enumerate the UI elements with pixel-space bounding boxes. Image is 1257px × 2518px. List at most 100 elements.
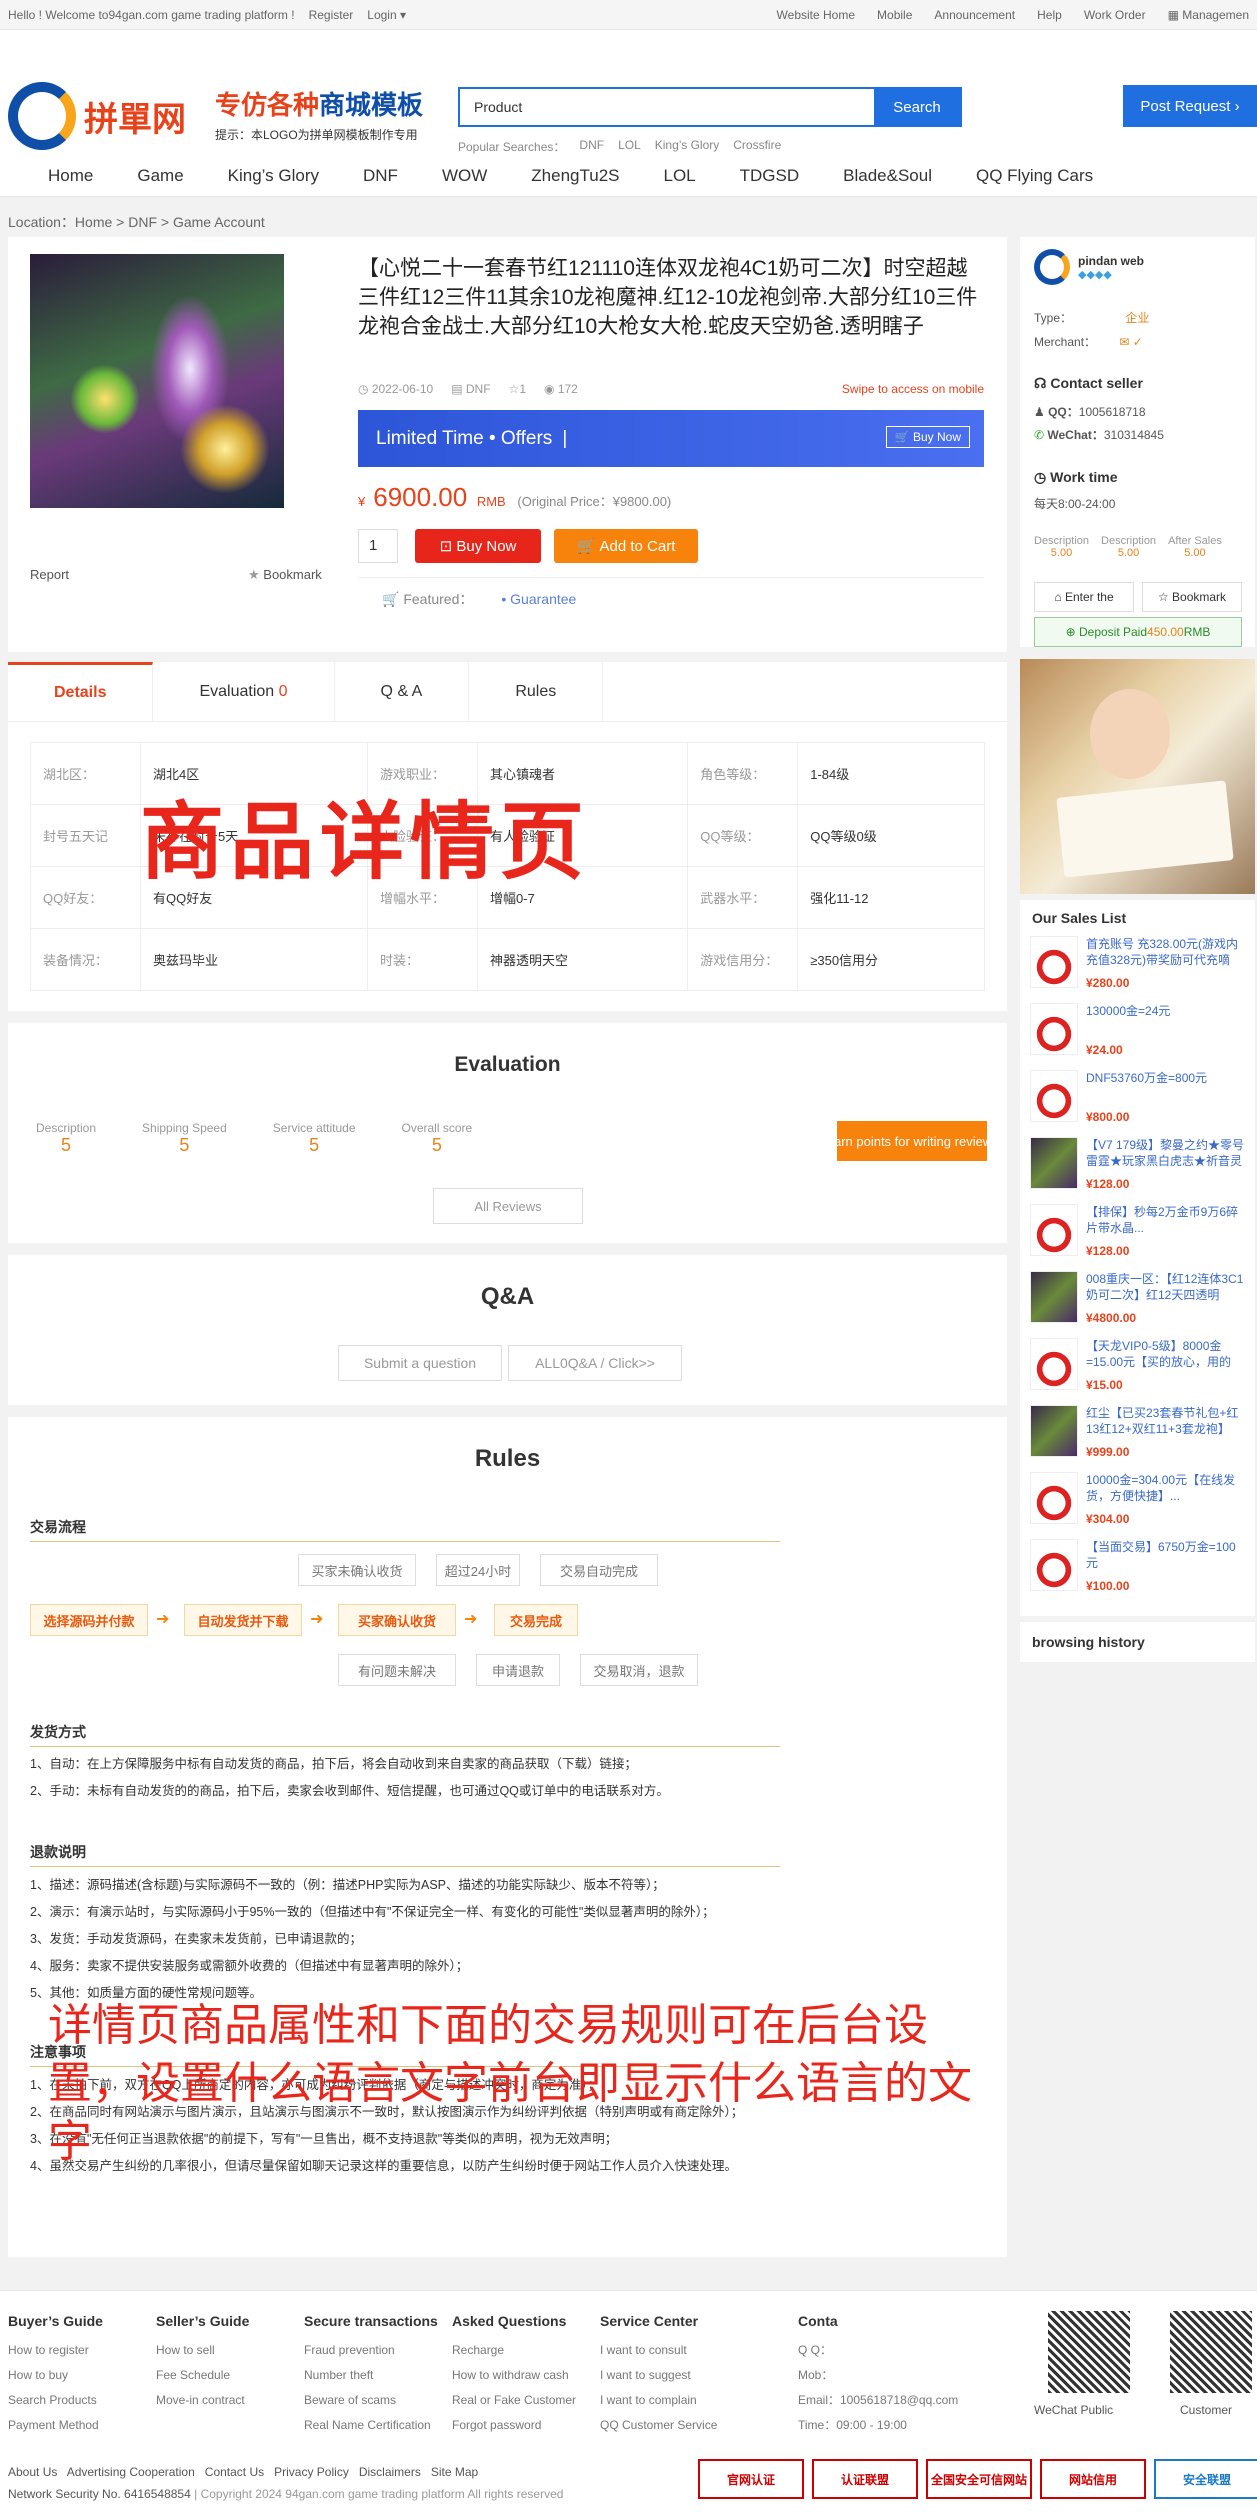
sales-item-title[interactable]: 10000金=304.00元【在线发货，方便快捷】... xyxy=(1086,1472,1245,1506)
sales-item[interactable]: 【V7 179级】黎曼之约★零号雷霆★玩家黑白虎志★祈音灵 ¥128.00 xyxy=(1030,1137,1245,1204)
home-icon: ⌂ xyxy=(1054,590,1062,604)
link-mobile[interactable]: Mobile xyxy=(877,8,912,22)
sales-item[interactable]: 【天龙VIP0-5级】8000金=15.00元【买的放心，用的 ¥15.00 xyxy=(1030,1338,1245,1405)
customer-label: Customer xyxy=(1180,2403,1233,2417)
attribute-key: 装备情况： xyxy=(30,928,141,991)
nav-zhengtu[interactable]: ZhengTu2S xyxy=(531,166,619,186)
sales-item-title[interactable]: 【V7 179级】黎曼之约★零号雷霆★玩家黑白虎志★祈音灵 xyxy=(1086,1137,1245,1171)
sales-item-title[interactable]: 130000金=24元 xyxy=(1086,1003,1170,1037)
sales-item-title[interactable]: 红尘【已买23套春节礼包+红13红12+双红11+3套龙袍】 xyxy=(1086,1405,1245,1439)
refund-section-title: 退款说明 xyxy=(30,1842,780,1867)
earn-points-button[interactable]: Earn points for writing reviews xyxy=(837,1121,987,1161)
nav-game[interactable]: Game xyxy=(137,166,183,186)
popular-lol[interactable]: LOL xyxy=(618,138,641,155)
seller-bookmark-button[interactable]: ☆ Bookmark xyxy=(1142,582,1242,612)
sales-item-title[interactable]: 【当面交易】6750万金=100元 xyxy=(1086,1539,1245,1573)
attribute-value: 有QQ好友 xyxy=(140,866,368,929)
side-banner-image[interactable] xyxy=(1020,659,1255,894)
attribute-key: 增幅水平： xyxy=(366,866,478,929)
sales-item-price: ¥24.00 xyxy=(1086,1043,1123,1057)
attribute-row: 装备情况： 奥兹玛毕业 时装： 神器透明天空 游戏信用分： ≥350信用分 xyxy=(30,928,985,991)
attribute-row: QQ好友： 有QQ好友 增幅水平： 增幅0-7 武器水平： 强化11-12 xyxy=(30,866,985,929)
sales-item[interactable]: 008重庆一区：【红12连体3C1奶可二次】红12天四透明 ¥4800.00 xyxy=(1030,1271,1245,1338)
clock-icon: ◷ xyxy=(1034,469,1051,485)
submit-question-button[interactable]: Submit a question xyxy=(338,1345,502,1381)
sales-item[interactable]: 红尘【已买23套春节礼包+红13红12+双红11+3套龙袍】 ¥999.00 xyxy=(1030,1405,1245,1472)
cart-icon: 🛒 xyxy=(576,538,596,555)
footer-col-service: Service Center I want to consult I want … xyxy=(600,2313,718,2432)
post-request-button[interactable]: Post Request › xyxy=(1123,85,1257,127)
sales-item-title[interactable]: 首充账号 充328.00元(游戏内充值328元)带奖励可代充嘀 xyxy=(1086,936,1245,970)
sales-item[interactable]: DNF53760万金=800元 ¥800.00 xyxy=(1030,1070,1245,1137)
sales-item[interactable]: 10000金=304.00元【在线发货，方便快捷】... ¥304.00 xyxy=(1030,1472,1245,1539)
sales-item[interactable]: 【排保】秒每2万金币9万6碎片带水晶... ¥128.00 xyxy=(1030,1204,1245,1271)
browsing-history[interactable]: browsing history xyxy=(1020,1622,1255,1662)
enter-shop-button[interactable]: ⌂ Enter the xyxy=(1034,582,1134,612)
calendar-icon: ◷ xyxy=(358,382,372,396)
all-reviews-button[interactable]: All Reviews xyxy=(433,1188,583,1224)
search-input[interactable] xyxy=(460,89,874,125)
sales-item-title[interactable]: DNF53760万金=800元 xyxy=(1086,1070,1207,1104)
seller-qq[interactable]: 1005618718 xyxy=(1079,405,1146,419)
site-logo[interactable]: 拼單网 xyxy=(8,82,186,150)
sales-item-thumbnail xyxy=(1030,1271,1078,1323)
nav-home[interactable]: Home xyxy=(48,166,93,186)
buy-now-button[interactable]: ⊡ Buy Now xyxy=(415,529,541,563)
product-title: 【心悦二十一套春节红121110连体双龙袍4C1奶可二次】时空超越三件红12三件… xyxy=(358,257,978,338)
login-link[interactable]: Login ▾ xyxy=(367,8,406,22)
attribute-key: 封号五天记 xyxy=(30,804,141,867)
tab-rules[interactable]: Rules xyxy=(469,662,604,722)
quantity-stepper[interactable]: 1 xyxy=(358,529,398,563)
footer-links[interactable]: About Us Advertising Cooperation Contact… xyxy=(8,2461,563,2483)
seller-wechat[interactable]: 310314845 xyxy=(1104,428,1164,442)
logo-text: 拼單网 xyxy=(84,99,186,140)
sales-item-title[interactable]: 【排保】秒每2万金币9万6碎片带水晶... xyxy=(1086,1204,1245,1238)
link-help[interactable]: Help xyxy=(1037,8,1062,22)
swipe-mobile-text[interactable]: Swipe to access on mobile xyxy=(842,382,984,396)
search-button[interactable]: Search xyxy=(874,89,960,125)
product-image[interactable] xyxy=(30,254,284,508)
attribute-value: 强化11-12 xyxy=(797,866,985,929)
qq-icon: ♟ xyxy=(1034,405,1049,419)
tab-evaluation[interactable]: Evaluation 0 xyxy=(153,662,335,722)
nav-lol[interactable]: LOL xyxy=(664,166,696,186)
link-work-order[interactable]: Work Order xyxy=(1084,8,1146,22)
popular-crossfire[interactable]: Crossfire xyxy=(733,138,781,155)
flow-step-unconfirmed: 买家未确认收货 xyxy=(298,1554,416,1586)
promo-buy-now-button[interactable]: 🛒 Buy Now xyxy=(885,426,970,448)
nav-dnf[interactable]: DNF xyxy=(363,166,398,186)
sales-item-price: ¥304.00 xyxy=(1086,1512,1130,1526)
tab-details[interactable]: Details xyxy=(8,662,154,722)
bookmark-link[interactable]: ★ Bookmark xyxy=(248,567,322,583)
add-to-cart-button[interactable]: 🛒 Add to Cart xyxy=(554,529,698,563)
link-website-home[interactable]: Website Home xyxy=(777,8,855,22)
flow-step-auto-complete: 交易自动完成 xyxy=(540,1554,658,1586)
nav-wow[interactable]: WOW xyxy=(442,166,487,186)
link-announcement[interactable]: Announcement xyxy=(934,8,1015,22)
nav-qq-flying-cars[interactable]: QQ Flying Cars xyxy=(976,166,1093,186)
all-qa-button[interactable]: ALL0Q&A / Click>> xyxy=(508,1345,682,1381)
sales-item[interactable]: 首充账号 充328.00元(游戏内充值328元)带奖励可代充嘀 ¥280.00 xyxy=(1030,936,1245,1003)
sales-item-price: ¥100.00 xyxy=(1086,1579,1130,1593)
report-link[interactable]: Report xyxy=(30,567,69,582)
header: 拼單网 专仿各种商城模板 提示：本LOGO为拼单网模板制作专用 Search P… xyxy=(0,30,1257,155)
sales-item-price: ¥280.00 xyxy=(1086,976,1130,990)
sales-item[interactable]: 130000金=24元 ¥24.00 xyxy=(1030,1003,1245,1070)
popular-dnf[interactable]: DNF xyxy=(579,138,604,155)
sales-item[interactable]: 【当面交易】6750万金=100元 ¥100.00 xyxy=(1030,1539,1245,1606)
attribute-row: 湖北区： 湖北4区 游戏职业： 其心镇魂者 角色等级： 1-84级 xyxy=(30,742,985,805)
nav-blade-soul[interactable]: Blade&Soul xyxy=(843,166,932,186)
slogan: 专仿各种商城模板 提示：本LOGO为拼单网模板制作专用 xyxy=(215,90,424,142)
register-link[interactable]: Register xyxy=(309,8,354,22)
nav-kings-glory[interactable]: King’s Glory xyxy=(228,166,319,186)
sales-item-title[interactable]: 【天龙VIP0-5级】8000金=15.00元【买的放心，用的 xyxy=(1086,1338,1245,1372)
tab-qa[interactable]: Q & A xyxy=(335,662,470,722)
link-management[interactable]: ▦ Managemen xyxy=(1168,8,1249,22)
attribute-key: QQ好友： xyxy=(30,866,141,929)
popular-kings-glory[interactable]: King’s Glory xyxy=(655,138,719,155)
ship-section-title: 发货方式 xyxy=(30,1722,780,1747)
nav-tdgsd[interactable]: TDGSD xyxy=(740,166,800,186)
star-icon: ★ xyxy=(248,567,264,582)
attribute-key: QQ等级： xyxy=(687,804,799,867)
sales-item-title[interactable]: 008重庆一区：【红12连体3C1奶可二次】红12天四透明 xyxy=(1086,1271,1245,1305)
